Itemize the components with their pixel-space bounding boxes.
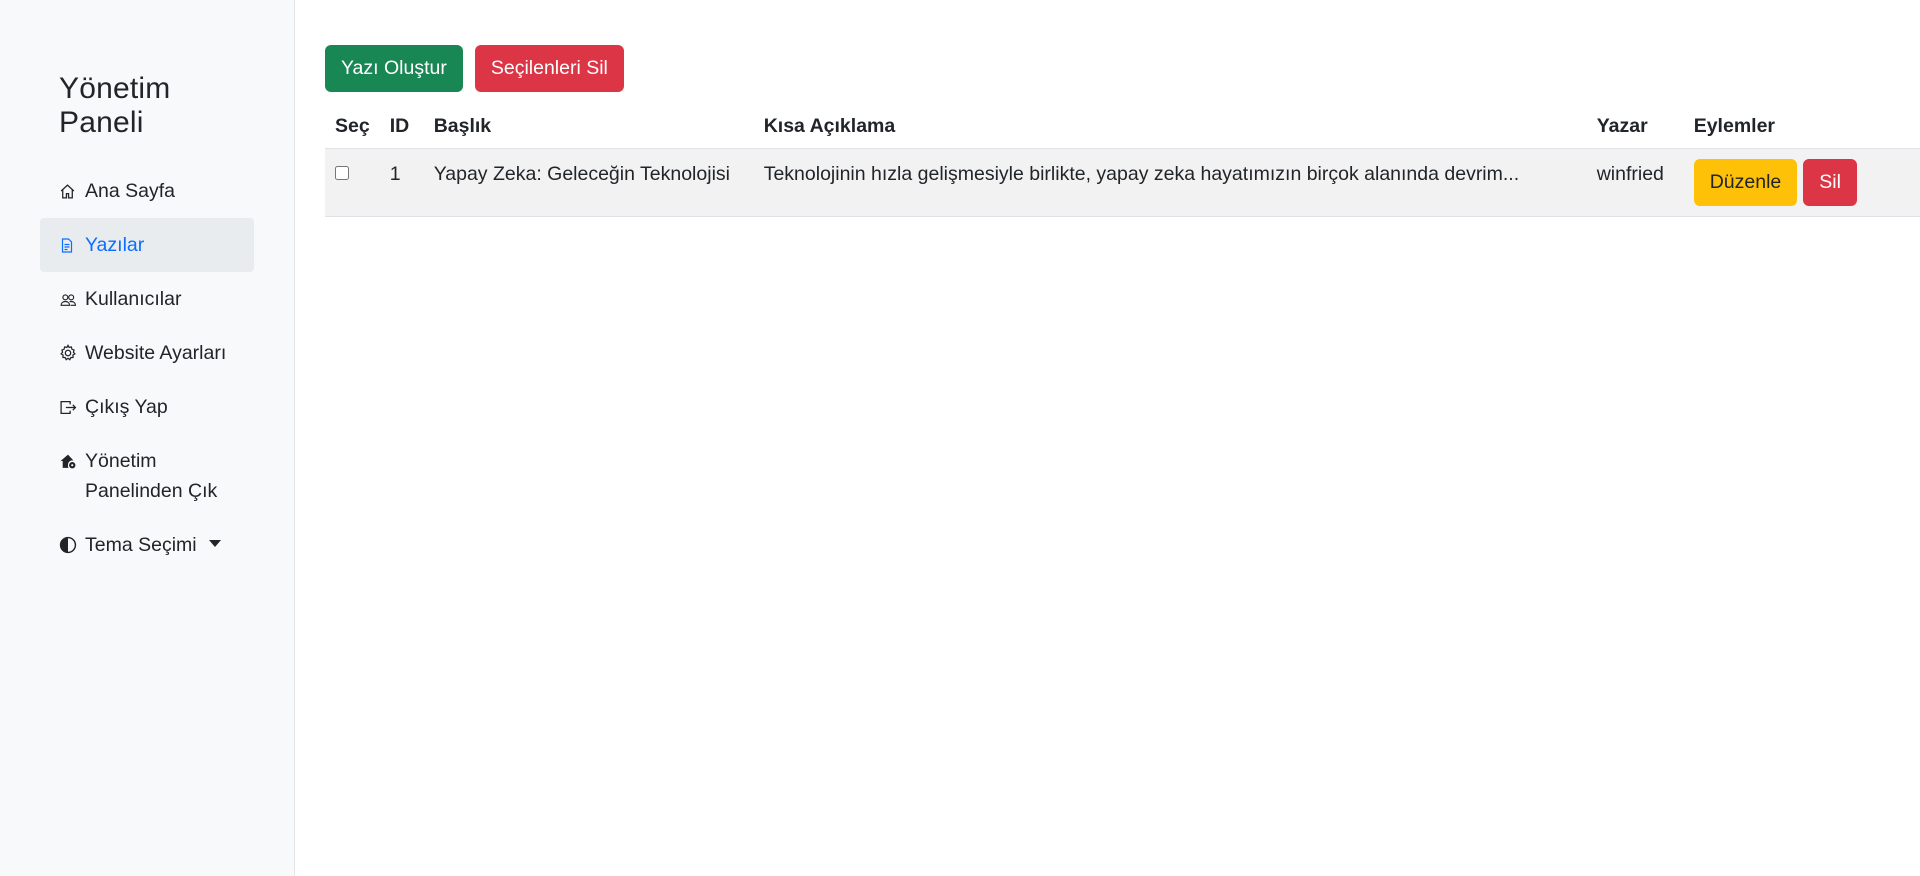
people-icon [59,284,79,314]
circle-half-icon [59,530,79,560]
row-actions: Düzenle Sil [1683,148,1920,217]
row-summary: Teknolojinin hızla gelişmesiyle birlikte… [753,148,1587,217]
theme-select-label: Tema Seçimi [85,534,197,556]
box-arrow-right-icon [59,392,79,422]
file-text-icon [59,230,79,260]
house-icon [59,176,79,206]
column-header-summary: Kısa Açıklama [763,115,896,137]
sidebar: Yönetim Paneli Ana Sayfa Yazılar Kullanı… [0,0,295,876]
toolbar: Yazı Oluştur Seçilenleri Sil [325,45,1920,92]
house-gear-icon [59,446,79,476]
delete-selected-button[interactable]: Seçilenleri Sil [474,45,624,92]
sidebar-item-website-ayarlari[interactable]: Website Ayarları [40,326,254,380]
sidebar-item-ana-sayfa[interactable]: Ana Sayfa [40,164,254,218]
main-content: Yazı Oluştur Seçilenleri Sil Seç ID Başl… [295,0,1920,876]
row-select-checkbox[interactable] [335,166,349,180]
posts-table: Seç ID Başlık Kısa Açıklama Yazar Eyleml… [325,104,1920,217]
edit-button[interactable]: Düzenle [1693,159,1798,206]
column-header-author: Yazar [1596,115,1648,137]
table-row: 1 Yapay Zeka: Geleceğin Teknolojisi Tekn… [325,148,1920,217]
sidebar-nav: Ana Sayfa Yazılar Kullanıcılar Website A… [40,164,254,572]
column-header-title: Başlık [433,115,492,137]
sidebar-item-cikis-yap[interactable]: Çıkış Yap [40,380,254,434]
sidebar-item-kullanicilar[interactable]: Kullanıcılar [40,272,254,326]
column-header-select: Seç [335,115,370,137]
gear-icon [59,338,79,368]
sidebar-title: Yönetim Paneli [59,72,171,139]
table-header-row: Seç ID Başlık Kısa Açıklama Yazar Eyleml… [325,104,1920,149]
delete-button[interactable]: Sil [1803,159,1857,206]
sidebar-item-yonetim-panelinden-cik[interactable]: Yönetim Panelinden Çık [40,434,254,518]
row-select-cell [325,148,380,217]
chevron-down-icon[interactable] [208,540,221,548]
sidebar-item-yazilar[interactable]: Yazılar [40,218,254,272]
row-author: winfried [1586,148,1684,217]
row-title: Yapay Zeka: Geleceğin Teknolojisi [423,148,754,217]
row-id: 1 [379,148,424,217]
column-header-actions: Eylemler [1693,115,1776,137]
create-post-button[interactable]: Yazı Oluştur [325,45,463,92]
column-header-id: ID [389,115,410,137]
sidebar-item-tema-secimi[interactable]: Tema Seçimi [40,518,254,572]
